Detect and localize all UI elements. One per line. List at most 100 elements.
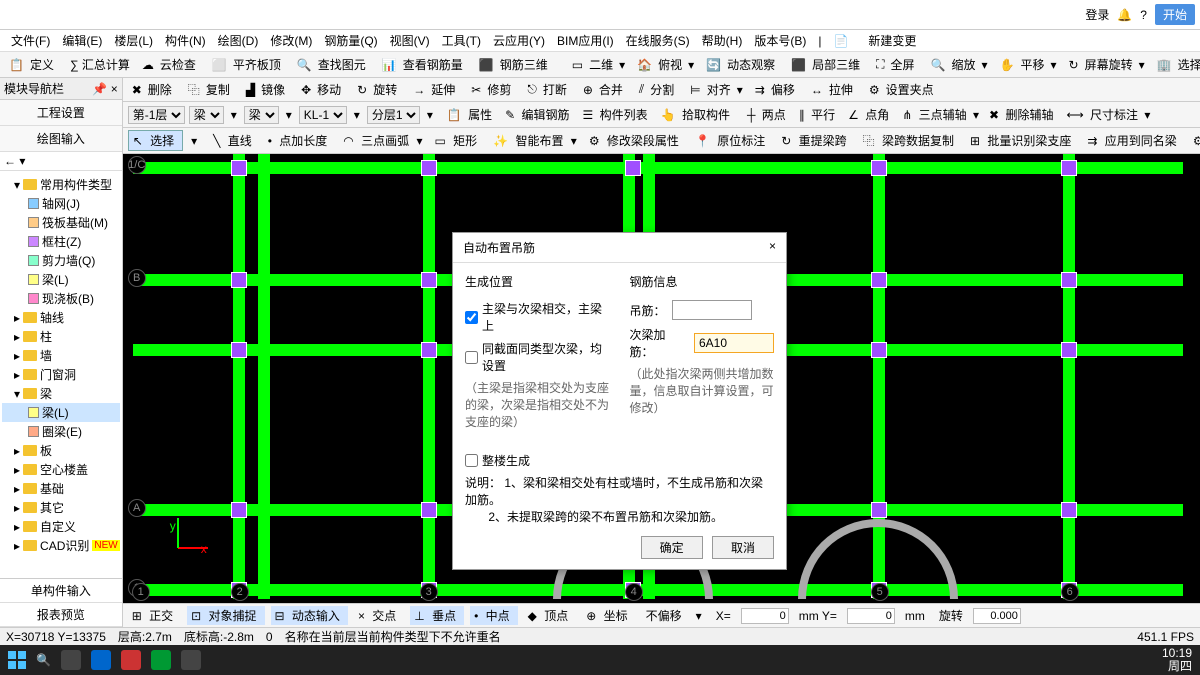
category-select[interactable]: 梁 [189,106,224,124]
menu-view[interactable]: 视图(V) [384,30,436,51]
layer-group-select[interactable]: 分层1 [367,106,420,124]
menu-floor[interactable]: 楼层(L) [108,30,159,51]
menu-cloud[interactable]: 云应用(Y) [487,30,551,51]
tb-merge[interactable]: ⊕ 合并 [579,79,631,100]
tb-local-3d[interactable]: ⬛ 局部三维 [787,54,868,75]
start-button[interactable]: 开始 [1155,4,1195,25]
tree-col-folder[interactable]: ▸柱 [2,327,120,346]
search-icon[interactable]: 🔍 [36,653,51,667]
tree-grid[interactable]: 轴网(J) [2,194,120,213]
tb-point-angle[interactable]: ∠ 点角 [845,105,895,124]
tb-cloud-check[interactable]: ☁ 云检查 [138,54,204,75]
sub-beam-rebar-input[interactable] [694,333,774,353]
tb-split[interactable]: ⫽ 分割 [635,79,682,100]
tree-shearwall[interactable]: 剪力墙(Q) [2,251,120,270]
dialog-close-button[interactable]: × [769,239,776,256]
cancel-button[interactable]: 取消 [712,536,774,559]
menu-version[interactable]: 版本号(B) [748,30,812,51]
menu-component[interactable]: 构件(N) [159,30,212,51]
tb-2d[interactable]: ▭ 二维 ▾ [568,54,629,75]
tb-fullscreen[interactable]: ⛶ 全屏 [872,54,922,75]
tb-parallel[interactable]: ∥ 平行 [796,105,841,124]
tb-reextract-span[interactable]: ↻ 重提梁跨 [777,131,854,150]
tb-move[interactable]: ✥ 移动 [297,79,349,100]
tree-foundation-folder[interactable]: ▸基础 [2,479,120,498]
tb-top-view[interactable]: 🏠 俯视 ▾ [633,54,698,75]
task-icon[interactable] [61,650,81,670]
tb-orbit[interactable]: 🔄 动态观察 [702,54,783,75]
tab-draw-input[interactable]: 绘图输入 [0,126,122,152]
tb-batch-support[interactable]: ⊞ 批量识别梁支座 [966,131,1079,150]
tb-pick[interactable]: 👆 拾取构件 [658,105,736,124]
help-icon[interactable]: ? [1140,8,1147,22]
y-input[interactable] [847,608,895,624]
floor-select[interactable]: 第-1层 [128,106,185,124]
tree-beam-l[interactable]: 梁(L) [2,403,120,422]
snap-vertex[interactable]: ◆ 顶点 [524,606,577,625]
snap-perp[interactable]: ⊥ 垂点 [410,606,464,625]
tb-grip[interactable]: ⚙ 设置夹点 [865,79,942,100]
nav-back[interactable]: ← ▾ [0,152,122,171]
tree-raft[interactable]: 筏板基础(M) [2,213,120,232]
tree-ring-beam[interactable]: 圈梁(E) [2,422,120,441]
ok-button[interactable]: 确定 [641,536,703,559]
snap-coord[interactable]: ⊕ 坐标 [582,606,635,625]
snap-intersect[interactable]: × 交点 [354,606,404,625]
task-icon[interactable] [151,650,171,670]
chk-whole-building[interactable] [465,454,478,467]
menu-draw[interactable]: 绘图(D) [212,30,265,51]
snap-dynamic[interactable]: ⊟ 动态输入 [271,606,348,625]
menu-file[interactable]: 文件(F) [5,30,56,51]
tree-root[interactable]: ▾常用构件类型 [2,175,120,194]
tree-opening-folder[interactable]: ▸门窗洞 [2,365,120,384]
chk-main-sub-beam[interactable] [465,311,478,324]
tb-align-slab[interactable]: ⬜ 平齐板顶 [208,54,289,75]
menu-help[interactable]: 帮助(H) [696,30,749,51]
tb-mirror[interactable]: ▟ 镜像 [242,79,293,100]
tb-extend[interactable]: → 延伸 [409,79,463,100]
tb-rotate-screen[interactable]: ↻ 屏幕旋转 ▾ [1065,54,1149,75]
tb-offset[interactable]: ⇉ 偏移 [751,79,803,100]
task-icon[interactable] [91,650,111,670]
tree-custom-folder[interactable]: ▸自定义 [2,517,120,536]
tb-edit-rebar[interactable]: ✎ 编辑钢筋 [502,105,575,124]
menu-tool[interactable]: 工具(T) [436,30,487,51]
tb-copy-span-data[interactable]: ⿻ 梁跨数据复制 [859,131,962,150]
tb-three-pt-axis[interactable]: ⋔ 三点辅轴 ▾ [899,105,982,124]
tree-slab[interactable]: 现浇板(B) [2,289,120,308]
tb-stretch[interactable]: ↔ 拉伸 [807,79,861,100]
tree-slab-folder[interactable]: ▸板 [2,441,120,460]
tab-project-settings[interactable]: 工程设置 [0,100,122,126]
menu-rebar[interactable]: 钢筋量(Q) [318,30,383,51]
snap-ortho[interactable]: ⊞ 正交 [128,606,181,625]
menu-bim[interactable]: BIM应用(I) [551,30,620,51]
bell-icon[interactable]: 🔔 [1117,8,1132,22]
tree-beam[interactable]: 梁(L) [2,270,120,289]
start-menu-icon[interactable] [8,651,26,669]
offset-mode[interactable]: 不偏移 [642,606,686,625]
x-input[interactable] [741,608,789,624]
tb-insitu[interactable]: 📍 原位标注 [691,131,773,150]
tree-hollow-folder[interactable]: ▸空心楼盖 [2,460,120,479]
tb-define[interactable]: 📋 定义 [5,54,62,75]
tree-beam-folder[interactable]: ▾梁 [2,384,120,403]
tb-set-top-rebar[interactable]: ⚙ 设置上部筋连承台 [1189,131,1200,150]
tab-report[interactable]: 报表预览 [0,603,122,627]
tb-copy[interactable]: ⿻ 复制 [184,79,238,100]
tb-trim[interactable]: ✂ 修剪 [467,79,519,100]
tb-select[interactable]: ↖ 选择 [128,130,183,151]
tb-props[interactable]: 📋 属性 [444,105,498,124]
tb-break[interactable]: ⎋ 打断 [523,79,575,100]
tb-find[interactable]: 🔍 查找图元 [293,54,374,75]
tb-rect[interactable]: ▭ 矩形 [430,131,485,150]
tb-apply-same[interactable]: ⇉ 应用到同名梁 [1083,131,1184,150]
tree-wall-folder[interactable]: ▸墙 [2,346,120,365]
rot-input[interactable] [973,608,1021,624]
menu-online[interactable]: 在线服务(S) [620,30,696,51]
tb-pan[interactable]: ✋ 平移 ▾ [996,54,1061,75]
tb-3pt-arc[interactable]: ◠ 三点画弧 ▾ [339,131,426,150]
system-clock[interactable]: 10:19 周四 [1162,647,1192,673]
subtype-select[interactable]: 梁 [244,106,279,124]
menu-edit[interactable]: 编辑(E) [56,30,108,51]
menu-modify[interactable]: 修改(M) [264,30,318,51]
